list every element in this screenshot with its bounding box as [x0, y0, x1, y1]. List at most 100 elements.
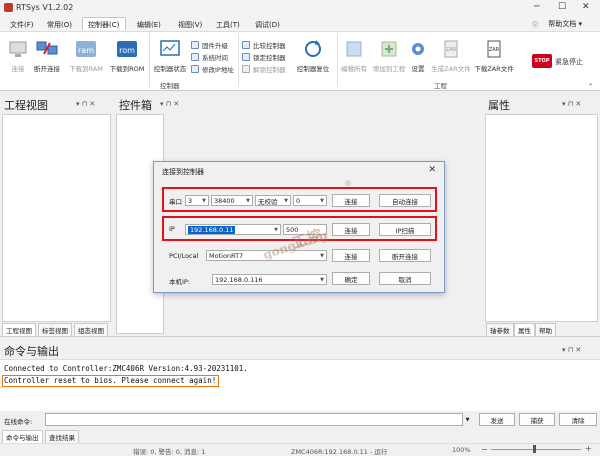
ip-address-value: 192.168.0.11: [188, 225, 236, 234]
group-controller-label: 控制器: [160, 82, 180, 90]
group-project-label: 工程: [434, 82, 447, 90]
dialog-title: 连接到控制器: [162, 168, 204, 176]
close-button[interactable]: ✕: [582, 2, 590, 12]
serial-port-value: 3: [188, 196, 193, 205]
ip-scan-button[interactable]: IP扫描: [379, 223, 431, 236]
minimize-button[interactable]: ─: [534, 2, 539, 12]
zoom-slider[interactable]: [491, 449, 581, 450]
ip-connect-button[interactable]: 连接: [332, 223, 370, 236]
help-doc-label: 帮助文档: [548, 20, 577, 28]
system-time-button[interactable]: 系统时间: [191, 51, 228, 62]
ok-button[interactable]: 确定: [332, 272, 370, 285]
tab-help[interactable]: 帮助: [535, 323, 556, 337]
lock-controller-button[interactable]: 锁定控制器: [242, 51, 286, 62]
menu-tools[interactable]: 工具(T): [216, 20, 240, 30]
properties-title: 属性: [488, 99, 510, 112]
info-icon: ⓘ: [532, 22, 539, 29]
unlock-label: 解锁控制器: [253, 65, 286, 74]
menu-view[interactable]: 视图(V): [178, 20, 202, 30]
compare-icon: [242, 40, 250, 49]
command-pin-controls[interactable]: ▾ ⊓ ✕: [562, 346, 581, 354]
pci-connect-button[interactable]: 连接: [332, 249, 370, 262]
tab-project-view[interactable]: 工程视图: [2, 323, 36, 337]
zoom-slider-handle[interactable]: [533, 445, 536, 453]
capture-button[interactable]: 捕获: [519, 413, 555, 426]
tab-axis-params[interactable]: 轴参数: [486, 323, 514, 337]
controller-reset-button[interactable]: 控制器复位: [293, 38, 333, 73]
controller-status-button[interactable]: 控制器状态: [150, 38, 190, 73]
generate-zar-button[interactable]: ZAR 生成ZAR文件: [429, 38, 473, 73]
svg-text:ZAR: ZAR: [446, 47, 457, 53]
command-input-label: 在线命令:: [4, 418, 33, 426]
menu-controller[interactable]: 控制器(C): [88, 20, 119, 30]
local-ip-value: 192.168.0.116: [215, 275, 263, 284]
system-time-label: 系统时间: [202, 53, 228, 62]
tab-label-view[interactable]: 标签视图: [38, 323, 72, 337]
ribbon-collapse-icon[interactable]: ⌃: [588, 83, 593, 90]
disconnect-button[interactable]: 断开连接: [27, 38, 67, 73]
firmware-upgrade-button[interactable]: 固件升级: [191, 39, 228, 50]
menu-file[interactable]: 文件(F): [10, 20, 34, 30]
send-button[interactable]: 发送: [479, 413, 515, 426]
tab-command-output[interactable]: 命令与输出: [2, 430, 43, 444]
window-title: RTSys V1.2.02: [16, 3, 74, 12]
project-view-pin-controls[interactable]: ▾ ⊓ ✕: [76, 100, 95, 108]
serial-connect-button[interactable]: 连接: [332, 194, 370, 207]
serial-port-select[interactable]: 3 ▼: [185, 195, 209, 206]
parity-select[interactable]: 无校验 ▼: [255, 195, 291, 206]
log-highlight-box: [2, 375, 219, 387]
tab-properties[interactable]: 属性: [514, 323, 535, 337]
tab-config-view[interactable]: 组态视图: [74, 323, 108, 337]
stop-bits-select[interactable]: 0 ▼: [293, 195, 327, 206]
chevron-down-icon: ▼: [465, 416, 470, 423]
divider: [0, 336, 600, 337]
serial-label: 串口: [169, 198, 182, 206]
status-bar: 错误: 0, 警告: 0, 消息: 1 ZMC406R:192.168.0.11…: [0, 443, 600, 456]
local-ip-label: 本机IP:: [169, 278, 191, 286]
modify-ip-label: 修改IP地址: [202, 65, 234, 74]
zoom-out-button[interactable]: −: [481, 445, 488, 454]
cancel-button[interactable]: 取消: [379, 272, 431, 285]
chevron-down-icon: ▼: [320, 276, 324, 283]
chevron-down-icon: ▼: [274, 226, 278, 233]
zoom-level: 100%: [452, 446, 471, 454]
tab-find-results[interactable]: 查找结果: [45, 430, 79, 444]
compare-controller-button[interactable]: 比较控制器: [242, 39, 286, 50]
command-input[interactable]: [45, 413, 463, 426]
unlock-controller-button[interactable]: 解锁控制器: [242, 63, 286, 74]
clear-button[interactable]: 清除: [559, 413, 597, 426]
dialog-close-button[interactable]: ✕: [428, 165, 436, 175]
rom-icon: rom: [115, 38, 139, 60]
toolbox-pin-controls[interactable]: ▾ ⊓ ✕: [160, 100, 179, 108]
stop-bits-value: 0: [296, 196, 301, 205]
lock-label: 锁定控制器: [253, 53, 286, 62]
menu-debug[interactable]: 调试(D): [255, 20, 280, 30]
ip-address-combo[interactable]: 192.168.0.11 ▼: [185, 224, 281, 235]
menu-common[interactable]: 常用(O): [47, 20, 72, 30]
download-ram-button[interactable]: ram 下载到RAM: [66, 38, 106, 73]
unlock-icon: [242, 64, 250, 73]
disconnect-dialog-button[interactable]: 断开连接: [379, 249, 431, 262]
reset-icon: [301, 38, 325, 60]
ram-icon: ram: [74, 38, 98, 60]
firmware-icon: [191, 40, 199, 49]
help-doc-link[interactable]: 帮助文档 ▾: [548, 19, 582, 29]
properties-pin-controls[interactable]: ▾ ⊓ ✕: [562, 100, 581, 108]
download-zar-button[interactable]: ZAR 下载ZAR文件: [472, 38, 516, 73]
maximize-button[interactable]: ☐: [558, 2, 566, 12]
command-title: 命令与输出: [4, 345, 59, 358]
zoom-in-button[interactable]: +: [585, 444, 592, 453]
local-ip-select[interactable]: 192.168.0.116 ▼: [212, 274, 327, 285]
ip-label: IP: [169, 225, 175, 233]
modify-ip-button[interactable]: 修改IP地址: [191, 63, 234, 74]
download-rom-button[interactable]: rom 下载到ROM: [107, 38, 147, 73]
generate-zar-label: 生成ZAR文件: [431, 65, 471, 73]
menu-edit[interactable]: 编辑(E): [137, 20, 161, 30]
firmware-label: 固件升级: [202, 41, 228, 50]
command-history-dropdown[interactable]: ▼: [462, 413, 473, 426]
baud-select[interactable]: 38400 ▼: [211, 195, 253, 206]
pci-value: MotionRT7: [209, 251, 244, 260]
auto-connect-button[interactable]: 自动连接: [379, 194, 431, 207]
settings-label: 设置: [411, 65, 425, 73]
edit-all-icon: [342, 38, 366, 60]
